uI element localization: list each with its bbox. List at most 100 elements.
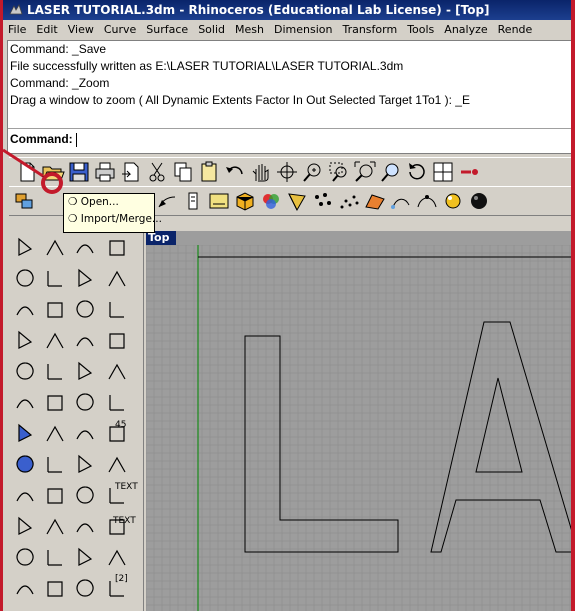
command-input[interactable]: Command: [8, 128, 571, 149]
render-icon[interactable] [207, 189, 231, 213]
menu-tools[interactable]: Tools [402, 20, 439, 39]
layers-icon[interactable] [13, 189, 37, 213]
light-icon[interactable] [285, 189, 309, 213]
menu-file[interactable]: File [3, 20, 31, 39]
sphere-icon[interactable] [467, 189, 491, 213]
menu-surface[interactable]: Surface [141, 20, 193, 39]
menu-view[interactable]: View [63, 20, 99, 39]
group-icon[interactable] [16, 548, 34, 566]
menu-item-open[interactable]: ❍ Open... [64, 194, 154, 211]
angle-check-icon[interactable] [108, 363, 126, 380]
offset-icon[interactable] [47, 364, 62, 380]
zoom-window-icon[interactable] [327, 160, 351, 184]
arc-icon[interactable] [47, 271, 62, 287]
arc-blend-icon[interactable] [46, 332, 64, 349]
join-icon[interactable] [76, 523, 94, 533]
top-viewport[interactable]: Top [146, 231, 575, 611]
select-arrow-icon[interactable] [18, 237, 33, 256]
menu-edit[interactable]: Edit [31, 20, 62, 39]
menu-item-import-merge[interactable]: ❍ Import/Merge... [64, 211, 162, 228]
zoom-selected-icon[interactable] [379, 160, 403, 184]
free-curve-icon[interactable] [47, 302, 63, 318]
point-icon[interactable] [311, 189, 335, 213]
open-folder-icon[interactable] [41, 160, 65, 184]
ellipse-icon[interactable] [16, 362, 34, 380]
viewport-canvas[interactable] [146, 245, 575, 611]
curve-icon[interactable] [415, 189, 439, 213]
palette-label: 45 [115, 420, 126, 430]
transform-icon[interactable] [18, 516, 33, 535]
paste-icon[interactable] [197, 160, 221, 184]
menu-transform[interactable]: Transform [337, 20, 402, 39]
boolean-icon[interactable] [16, 492, 34, 502]
scatter-icon[interactable] [337, 189, 361, 213]
annotation-icon[interactable] [76, 579, 94, 597]
rotate-view-icon[interactable] [275, 160, 299, 184]
object-props-icon[interactable] [181, 189, 205, 213]
menu-analyze[interactable]: Analyze [439, 20, 492, 39]
import-icon[interactable] [119, 160, 143, 184]
material-icon[interactable] [259, 189, 283, 213]
pan-hand-icon[interactable] [249, 160, 273, 184]
menu-bar: File Edit View Curve Surface Solid Mesh Dimensi… [3, 20, 571, 39]
fillet-icon[interactable] [78, 361, 93, 380]
count-icon[interactable] [108, 549, 126, 566]
point-tool-icon[interactable] [76, 244, 94, 254]
revolve-icon[interactable] [46, 425, 64, 442]
cylinder-icon[interactable] [16, 455, 34, 473]
point-cloud-icon[interactable] [47, 550, 62, 566]
viewport-title[interactable]: Top [146, 231, 176, 245]
circle-icon[interactable] [16, 306, 34, 316]
solid-icon[interactable] [441, 189, 465, 213]
letter-a-inner-curve[interactable] [475, 377, 523, 473]
menu-dimension[interactable]: Dimension [269, 20, 337, 39]
open-flyout-menu: ❍ Open... ❍ Import/Merge... [63, 193, 162, 233]
vertical-dim-icon[interactable] [108, 270, 126, 287]
misc-icon[interactable] [16, 585, 34, 595]
viewport-layout-icon[interactable] [431, 160, 455, 184]
print-icon[interactable] [93, 160, 117, 184]
copy-icon[interactable] [171, 160, 195, 184]
circle-center-icon[interactable] [76, 300, 94, 318]
menu-rende[interactable]: Rende [493, 20, 538, 39]
menu-solid[interactable]: Solid [193, 20, 230, 39]
save-icon[interactable] [67, 160, 91, 184]
shaded-icon[interactable] [233, 189, 257, 213]
surface-icon[interactable] [389, 189, 413, 213]
menu-mesh[interactable]: Mesh [230, 20, 269, 39]
rectangle-tool-icon[interactable] [76, 337, 94, 347]
box-icon[interactable] [16, 399, 34, 409]
angle-45-icon[interactable] [109, 395, 124, 411]
new-file-icon[interactable] [15, 160, 39, 184]
blend-icon[interactable] [47, 395, 63, 411]
select-icon[interactable] [155, 189, 179, 213]
dimension-icon[interactable] [109, 240, 125, 256]
letter-l-curve[interactable] [244, 335, 399, 553]
polyline-icon[interactable] [46, 239, 64, 256]
diameter-dim-icon[interactable] [108, 456, 126, 473]
solid-box-icon[interactable] [18, 423, 33, 442]
tool-icon[interactable] [457, 160, 481, 184]
control-point-icon[interactable] [47, 581, 63, 597]
undo-view-icon[interactable] [405, 160, 429, 184]
loft-icon[interactable] [76, 393, 94, 411]
explode-icon[interactable] [47, 488, 63, 504]
surface-patch-icon[interactable] [78, 454, 93, 473]
zoom-dynamic-icon[interactable] [301, 160, 325, 184]
mesh-icon[interactable] [363, 189, 387, 213]
menu-curve[interactable]: Curve [99, 20, 141, 39]
rectangle-icon[interactable] [78, 268, 93, 287]
trim-icon[interactable] [76, 486, 94, 504]
horizontal-dim-icon[interactable] [109, 302, 124, 318]
array-icon[interactable] [78, 547, 93, 566]
angle-dim-icon[interactable] [109, 333, 125, 349]
sphere-tool-icon[interactable] [76, 430, 94, 440]
border-rectangle[interactable] [198, 256, 575, 611]
polygon-icon[interactable] [18, 330, 33, 349]
split-icon[interactable] [46, 518, 64, 535]
sweep-icon[interactable] [47, 457, 62, 473]
zoom-extents-icon[interactable] [353, 160, 377, 184]
undo-icon[interactable] [223, 160, 247, 184]
cut-icon[interactable] [145, 160, 169, 184]
curve-control-icon[interactable] [16, 269, 34, 287]
